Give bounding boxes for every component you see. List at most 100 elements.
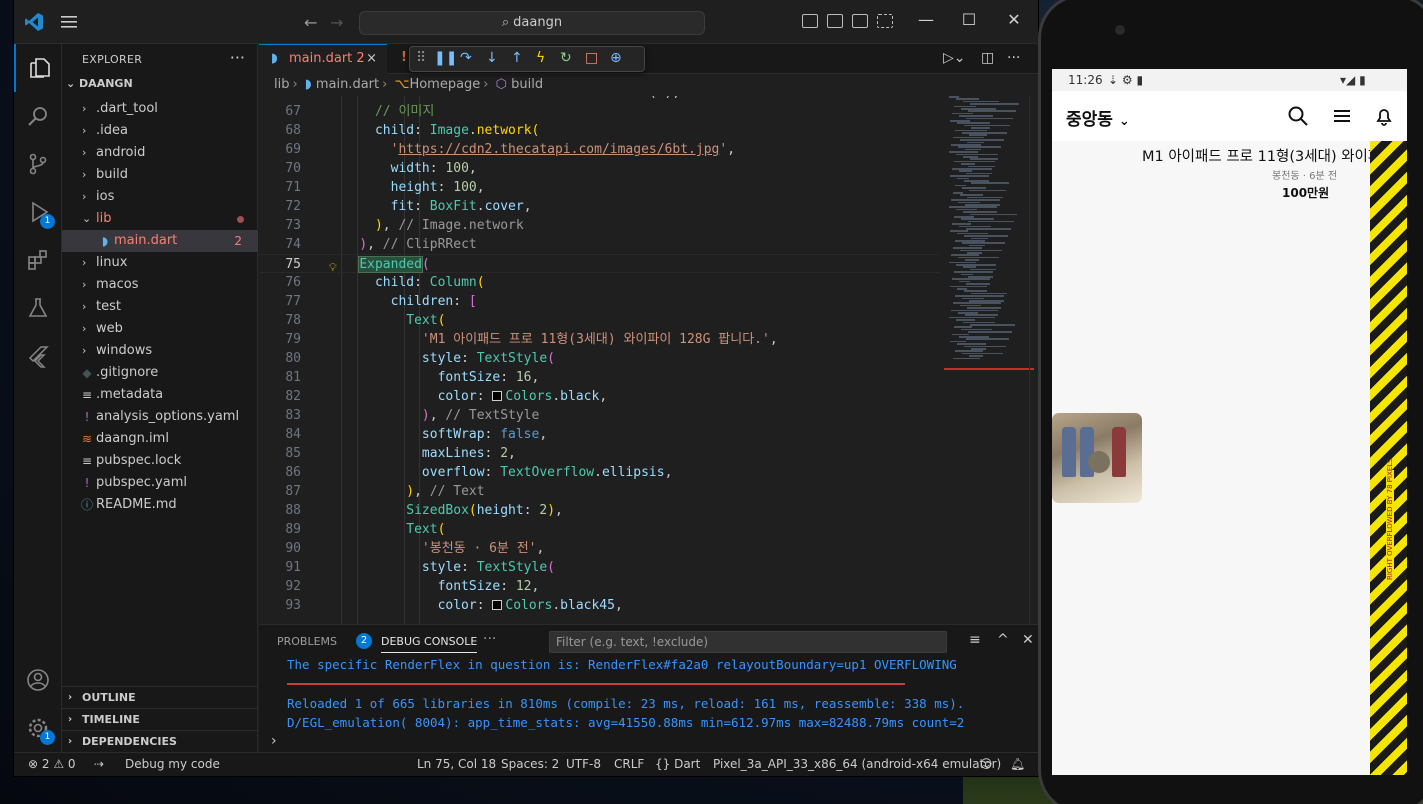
code-line[interactable]: 77 children: [ <box>259 292 939 311</box>
menu-icon[interactable] <box>60 13 78 31</box>
code-line[interactable]: 93 color: Colors.black45, <box>259 596 939 615</box>
code-line[interactable]: 81 fontSize: 16, <box>259 368 939 387</box>
tree-item[interactable]: › macos <box>62 274 258 296</box>
tree-item[interactable]: › android <box>62 142 258 164</box>
clear-console-icon[interactable]: ≡ <box>969 632 981 648</box>
maximize-panel-icon[interactable]: ^ <box>997 632 1009 648</box>
toggle-secondary-sidebar-icon[interactable] <box>852 14 868 28</box>
bell-icon[interactable] <box>1374 106 1394 126</box>
tree-item[interactable]: › .dart_tool <box>62 98 258 120</box>
code-line[interactable]: 87 ), // Text <box>259 482 939 501</box>
dependencies-section[interactable]: › DEPENDENCIES <box>62 730 258 752</box>
code-editor[interactable]: 66 borderRadius: BorderRadius.circular(8… <box>259 96 939 624</box>
code-line[interactable]: 84 softWrap: false, <box>259 425 939 444</box>
tree-item[interactable]: ≡ pubspec.lock <box>62 450 258 472</box>
more-actions-icon[interactable]: ··· <box>230 48 245 67</box>
code-line[interactable]: 67 // 이미지 <box>259 102 939 121</box>
tree-item[interactable]: › test <box>62 296 258 318</box>
tree-item[interactable]: ≋ daangn.iml <box>62 428 258 450</box>
code-line[interactable]: 80 style: TextStyle( <box>259 349 939 368</box>
toggle-panel-icon[interactable] <box>827 14 843 28</box>
language-status[interactable]: {} Dart <box>655 753 700 775</box>
tree-item[interactable]: ! pubspec.yaml <box>62 472 258 494</box>
code-line[interactable]: 74 ), // ClipRRect <box>259 235 939 254</box>
code-line[interactable]: 92 fontSize: 12, <box>259 577 939 596</box>
code-line[interactable]: 76 child: Column( <box>259 273 939 292</box>
tree-item[interactable]: › build <box>62 164 258 186</box>
tab-problems[interactable]: PROBLEMS <box>277 635 337 648</box>
source-control-activity[interactable] <box>14 140 62 188</box>
close-panel-icon[interactable]: ✕ <box>1022 632 1034 648</box>
code-line[interactable]: 79 'M1 아이패드 프로 11형(3세대) 와이파이 128G 팝니다.', <box>259 330 939 349</box>
outline-section[interactable]: › OUTLINE <box>62 686 258 708</box>
search-icon[interactable] <box>1288 106 1308 126</box>
code-line[interactable]: 90 '봉천동 · 6분 전', <box>259 539 939 558</box>
hot-reload-icon[interactable]: ϟ <box>536 50 545 66</box>
cursor-position[interactable]: Ln 75, Col 18 <box>417 753 496 775</box>
manage-activity[interactable]: 1 <box>14 704 62 752</box>
code-line[interactable]: 71 height: 100, <box>259 178 939 197</box>
device-status[interactable]: Pixel_3a_API_33_x86_64 (android-x64 emul… <box>713 753 1001 775</box>
editor-scrollbar[interactable] <box>1029 96 1037 624</box>
drag-handle-icon[interactable]: ⠿ <box>416 50 426 66</box>
run-icon[interactable]: ▷⌄ <box>943 50 966 66</box>
minimap[interactable] <box>944 96 1034 624</box>
forward-arrow-icon[interactable]: → <box>330 13 343 32</box>
breadcrumb-class[interactable]: Homepage <box>409 77 480 92</box>
step-into-icon[interactable]: ↓ <box>486 50 498 66</box>
code-line[interactable]: 69 'https://cdn2.thecatapi.com/images/6b… <box>259 140 939 159</box>
encoding-status[interactable]: UTF-8 <box>566 753 601 775</box>
close-window-icon[interactable]: ✕ <box>994 10 1034 29</box>
breadcrumb-lib[interactable]: lib <box>274 77 289 92</box>
customize-layout-icon[interactable] <box>877 14 893 28</box>
flutter-activity[interactable] <box>14 332 62 380</box>
stop-icon[interactable]: □ <box>585 50 598 66</box>
workspace-root[interactable]: ⌄ DAANGN <box>66 77 133 90</box>
run-debug-activity[interactable]: 1 <box>14 188 62 236</box>
tree-item[interactable]: ◆ .gitignore <box>62 362 258 384</box>
debug-mode-status[interactable]: Debug my code <box>125 753 220 775</box>
code-line[interactable]: 78 Text( <box>259 311 939 330</box>
more-actions-icon[interactable]: ··· <box>1007 50 1020 66</box>
tree-item[interactable]: › windows <box>62 340 258 362</box>
devtools-icon[interactable]: ⊕ <box>610 50 622 66</box>
code-line[interactable]: 82 color: Colors.black, <box>259 387 939 406</box>
breadcrumb-file[interactable]: main.dart <box>316 77 379 92</box>
step-over-icon[interactable]: ↷ <box>460 50 472 66</box>
indentation-status[interactable]: Spaces: 2 <box>501 753 559 775</box>
tree-item[interactable]: ◗ main.dart 2 <box>62 230 258 252</box>
tree-item[interactable]: › linux <box>62 252 258 274</box>
pause-icon[interactable]: ❚❚ <box>434 50 457 66</box>
close-tab-icon[interactable]: × <box>366 45 377 73</box>
maximize-icon[interactable]: ☐ <box>949 10 989 29</box>
tree-item[interactable]: ⌄ lib <box>62 208 258 230</box>
location-dropdown[interactable]: 중앙동 ⌄ <box>1066 105 1130 130</box>
tree-item[interactable]: › web <box>62 318 258 340</box>
code-line[interactable]: 86 overflow: TextOverflow.ellipsis, <box>259 463 939 482</box>
code-line[interactable]: 72 fit: BoxFit.cover, <box>259 197 939 216</box>
code-line[interactable]: 70 width: 100, <box>259 159 939 178</box>
tree-item[interactable]: ≡ .metadata <box>62 384 258 406</box>
feedback-icon[interactable]: ☺ <box>980 753 993 775</box>
menu-icon[interactable] <box>1332 106 1352 126</box>
code-line[interactable]: 89 Text( <box>259 520 939 539</box>
code-line[interactable]: 75 💡︎ Expanded( <box>259 254 939 274</box>
code-line[interactable]: 73 ), // Image.network <box>259 216 939 235</box>
tab-debug-console[interactable]: DEBUG CONSOLE <box>381 635 478 653</box>
toggle-primary-sidebar-icon[interactable] <box>802 14 818 28</box>
split-editor-icon[interactable]: ◫ <box>981 50 994 66</box>
back-arrow-icon[interactable]: ← <box>304 13 317 32</box>
code-line[interactable]: 83 ), // TextStyle <box>259 406 939 425</box>
tab-main-dart[interactable]: ◗ main.dart 2 × <box>259 44 387 74</box>
minimize-icon[interactable]: — <box>906 10 946 29</box>
step-out-icon[interactable]: ↑ <box>511 50 523 66</box>
console-filter-input[interactable]: Filter (e.g. text, !exclude) <box>549 631 947 653</box>
code-line[interactable]: 68 child: Image.network( <box>259 121 939 140</box>
code-line[interactable]: 88 SizedBox(height: 2), <box>259 501 939 520</box>
problems-status[interactable]: ⊗ 2 ⚠ 0 <box>28 753 76 775</box>
breadcrumb-method[interactable]: build <box>511 77 543 92</box>
search-activity[interactable] <box>14 92 62 140</box>
tree-item[interactable]: › ios <box>62 186 258 208</box>
restart-icon[interactable]: ↻ <box>560 50 572 66</box>
product-list-item[interactable]: M1 아이패드 프로 11형(3세대) 와이파이 128G 팝니다. 봉천동 ·… <box>1052 141 1407 775</box>
